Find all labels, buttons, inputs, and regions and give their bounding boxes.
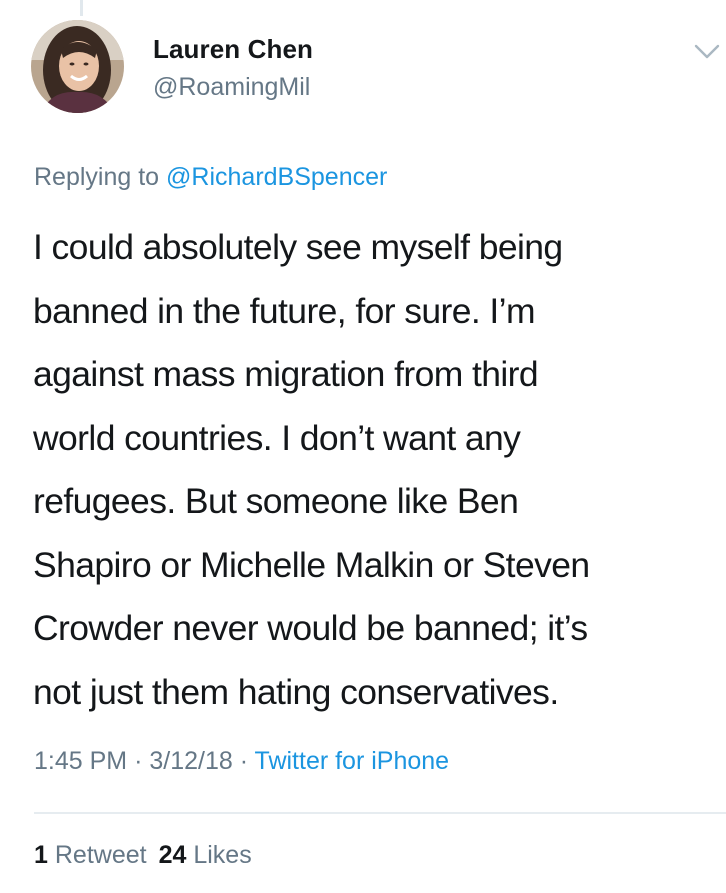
tweet-menu-button[interactable] (692, 40, 722, 62)
meta-separator: · (134, 747, 143, 775)
likes-stat[interactable]: 24 Likes (159, 841, 252, 869)
replying-to-label: Replying to (34, 163, 160, 191)
tweet-text-line: banned in the future, for sure. I’m (33, 290, 536, 331)
retweets-stat[interactable]: 1 Retweet (34, 841, 147, 869)
avatar[interactable] (31, 20, 124, 113)
tweet-time[interactable]: 1:45 PM (34, 747, 127, 775)
tweet-text: I could absolutely see myself being bann… (33, 216, 713, 724)
meta-separator: · (239, 747, 249, 775)
chevron-down-icon (694, 44, 720, 59)
tweet-source-link[interactable]: Twitter for iPhone (255, 747, 450, 775)
retweet-label: Retweet (54, 841, 147, 869)
replying-to-line: Replying to @RichardBSpencer (34, 163, 387, 192)
like-label: Likes (193, 841, 252, 869)
retweet-count: 1 (34, 841, 48, 869)
thread-connector-line (80, 0, 83, 16)
tweet-text-line: world countries. I don’t want any (33, 417, 521, 458)
tweet-text-line: against mass migration from third (33, 354, 539, 394)
author-name[interactable]: Lauren Chen (153, 34, 313, 65)
author-handle[interactable]: @RoamingMil (153, 73, 310, 102)
avatar-image (31, 20, 124, 113)
tweet-text-line: refugees. But someone like Ben (33, 481, 519, 521)
tweet-text-line: not just them hating conservatives. (33, 671, 559, 712)
divider (34, 812, 726, 814)
tweet-text-line: Crowder never would be banned; it’s (33, 608, 588, 648)
tweet-text-line: I could absolutely see myself being (33, 227, 563, 267)
like-count: 24 (158, 841, 187, 869)
tweet-metadata: 1:45 PM · 3/12/18 · Twitter for iPhone (34, 747, 449, 776)
tweet-stats: 1 Retweet 24 Likes (34, 841, 252, 870)
tweet-date[interactable]: 3/12/18 (149, 747, 232, 775)
tweet-text-line: Shapiro or Michelle Malkin or Steven (33, 544, 590, 585)
replying-to-mention-link[interactable]: @RichardBSpencer (166, 163, 387, 191)
